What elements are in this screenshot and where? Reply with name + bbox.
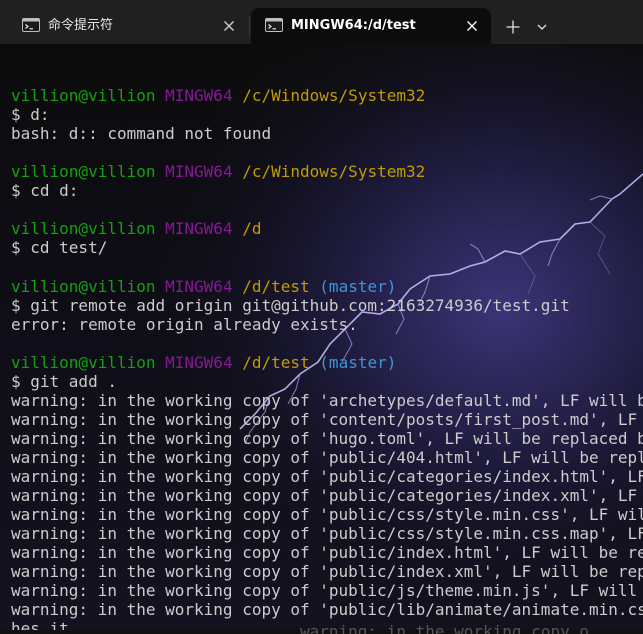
cmd-icon [265,18,283,32]
terminal-line: $ d: [11,105,643,124]
terminal-text: warning: in the working copy of 'public/… [11,562,643,582]
terminal-line: warning: in the working copy of 'public/… [11,505,643,524]
terminal-line: villion@villion MINGW64 /d/test (master) [11,277,643,296]
terminal-line: warning: in the working copy of 'hugo.to… [11,429,643,448]
close-icon[interactable] [463,17,481,35]
terminal-text: $ git remote add origin git@github.com:2… [11,295,570,315]
terminal-text: $ cd d: [11,181,79,201]
terminal-text: warning: in the working copy of 'public/… [11,543,643,563]
tab-mingw64[interactable]: MINGW64:/d/test [251,8,491,44]
terminal-text: villion@villion [11,219,156,239]
terminal-line: warning: in the working copy of 'public/… [11,562,643,581]
terminal-text: bash: d:: command not found [11,124,272,144]
terminal-text: /c/Windows/System32 [242,162,426,182]
terminal-line: villion@villion MINGW64 /d/test (master) [11,353,643,372]
terminal-text: warning: in the working copy of 'public/… [11,600,643,620]
chevron-down-icon[interactable] [530,14,554,40]
terminal-text: (master) [319,352,397,372]
terminal-line: $ git remote add origin git@github.com:2… [11,296,643,315]
terminal-line: bash: d:: command not found [11,124,643,143]
terminal-lines: villion@villion MINGW64 /c/Windows/Syste… [11,67,643,630]
terminal-text: $ git add . [11,371,117,391]
terminal-line: warning: in the working copy of 'public/… [11,581,643,600]
terminal-text: villion@villion [11,162,156,182]
terminal-line: warning: in the working copy of 'public/… [11,486,643,505]
terminal-text: warning: in the working copy of 'hugo.to… [11,428,643,448]
terminal-line: warning: in the working copy of 'public/… [11,524,643,543]
tab-title: 命令提示符 [48,18,114,33]
terminal-text: /d [242,219,262,239]
terminal-text: warning: in the working copy of 'public/… [11,466,643,486]
terminal-text: warning: in the working copy of 'content… [11,409,638,429]
terminal-window: 命令提示符 MINGW64:/d/test villion@villion MI… [0,0,643,634]
tab-command-prompt[interactable]: 命令提示符 [8,8,248,44]
terminal-line: $ cd d: [11,181,643,200]
terminal-text: $ d: [11,105,50,125]
tab-bar: 命令提示符 MINGW64:/d/test [0,0,643,44]
terminal-output[interactable]: villion@villion MINGW64 /c/Windows/Syste… [0,44,643,630]
terminal-text: villion@villion [11,86,156,106]
close-icon[interactable] [220,17,238,35]
terminal-text: warning: in the working copy of 'public/… [11,447,643,467]
terminal-text: MINGW64 [165,162,233,182]
terminal-text: warning: in the working copy of 'public/… [11,505,643,525]
terminal-text: warning: in the working copy of 'public/… [11,581,638,601]
terminal-text: warning: in the working copy of 'archety… [11,390,643,410]
terminal-text: /c/Windows/System32 [242,86,426,106]
terminal-line: warning: in the working copy of 'archety… [11,391,643,410]
tab-title: MINGW64:/d/test [291,18,416,33]
terminal-line: $ git add . [11,372,643,391]
terminal-line: warning: in the working copy of 'public/… [11,543,643,562]
terminal-line: villion@villion MINGW64 /c/Windows/Syste… [11,86,643,105]
terminal-line: villion@villion MINGW64 /d [11,219,643,238]
terminal-line: villion@villion MINGW64 /c/Windows/Syste… [11,162,643,181]
terminal-text: MINGW64 [165,86,233,106]
tab-divider [249,16,250,36]
terminal-text: /d/test [242,352,310,372]
new-tab-button[interactable] [500,14,526,40]
terminal-text: MINGW64 [165,219,233,239]
terminal-text: error: remote origin already exists. [11,314,358,334]
terminal-text: (master) [319,276,397,296]
terminal-text: villion@villion [11,276,156,296]
terminal-text: /d/test [242,276,310,296]
terminal-line: warning: in the working copy of 'public/… [11,448,643,467]
terminal-line: warning: in the working copy of 'public/… [11,467,643,486]
terminal-text: villion@villion [11,352,156,372]
terminal-text: hes it [11,619,69,630]
behind-window-text: warning: in the working copy o [300,622,589,634]
terminal-line: error: remote origin already exists. [11,315,643,334]
terminal-text: warning: in the working copy of 'public/… [11,524,643,544]
terminal-text: MINGW64 [165,352,233,372]
cmd-icon [22,18,40,32]
terminal-text: warning: in the working copy of 'public/… [11,486,638,506]
terminal-text: MINGW64 [165,276,233,296]
terminal-line: warning: in the working copy of 'public/… [11,600,643,619]
terminal-text: $ cd test/ [11,238,108,258]
terminal-line: $ cd test/ [11,238,643,257]
terminal-line: warning: in the working copy of 'content… [11,410,643,429]
